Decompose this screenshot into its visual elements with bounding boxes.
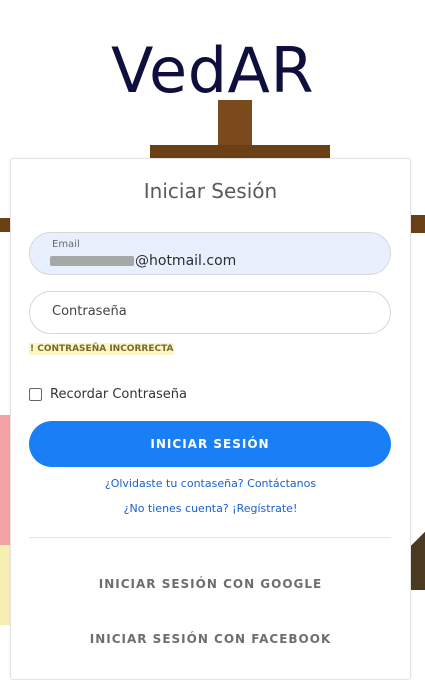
remember-label: Recordar Contraseña xyxy=(50,387,188,402)
brand-logo-text: VedAR xyxy=(110,34,315,107)
register-link[interactable]: ¿No tienes cuenta? ¡Regístrate! xyxy=(11,502,410,515)
email-domain: @hotmail.com xyxy=(135,253,237,269)
background-art-left-pink xyxy=(0,415,10,545)
forgot-password-link[interactable]: ¿Olvidaste tu contaseña? Contáctanos xyxy=(11,477,410,490)
password-field[interactable] xyxy=(29,291,391,334)
remember-checkbox[interactable] xyxy=(29,388,42,401)
email-label: Email xyxy=(52,239,80,250)
google-login-button[interactable]: INICIAR SESIÓN CON GOOGLE xyxy=(11,577,410,591)
login-button[interactable]: INICIAR SESIÓN xyxy=(29,421,391,467)
password-input[interactable] xyxy=(52,304,372,319)
divider xyxy=(29,537,391,538)
email-value[interactable]: @hotmail.com xyxy=(50,253,236,269)
email-field[interactable]: Email @hotmail.com xyxy=(29,232,391,275)
login-card: Iniciar Sesión Email @hotmail.com ! CONT… xyxy=(10,158,411,680)
facebook-login-button[interactable]: INICIAR SESIÓN CON FACEBOOK xyxy=(11,632,410,646)
remember-password[interactable]: Recordar Contraseña xyxy=(29,387,187,402)
login-title: Iniciar Sesión xyxy=(143,179,278,203)
background-art-left-yellow xyxy=(0,545,10,625)
redacted-text xyxy=(50,256,134,266)
error-message: ! CONTRASEÑA INCORRECTA xyxy=(29,343,175,355)
